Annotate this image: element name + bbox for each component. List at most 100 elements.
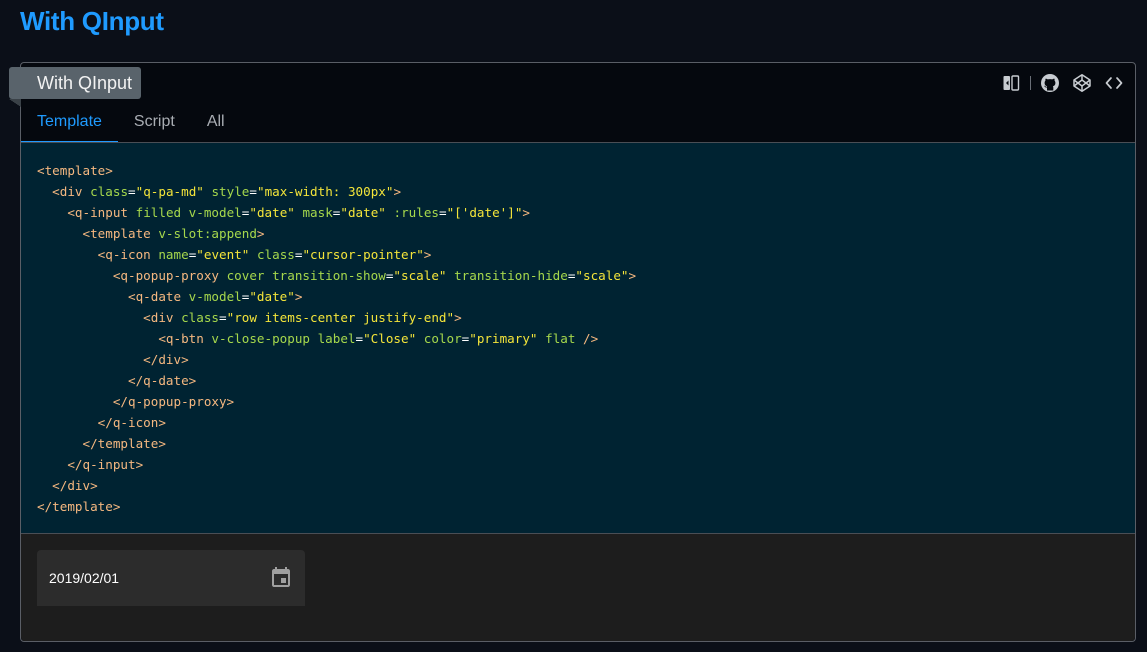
code-tag-token: </div> <box>52 478 98 493</box>
code-tag-token: </q-popup-proxy> <box>112 394 235 409</box>
code-string-token: "cursor-pointer" <box>302 247 424 262</box>
code-line: </template> <box>37 496 1119 517</box>
code-tag-token: <div <box>143 310 174 325</box>
codepen-icon[interactable] <box>1071 72 1093 94</box>
code-tag-token: </template> <box>37 499 121 514</box>
code-attr-token: color <box>423 331 462 346</box>
date-input-field[interactable] <box>37 550 305 606</box>
code-attr-token: style <box>211 184 250 199</box>
code-tag-token: > <box>423 247 432 262</box>
code-attr-token: name <box>158 247 189 262</box>
code-tabs: Template Script All <box>21 102 241 143</box>
tab-template[interactable]: Template <box>21 102 118 143</box>
calendar-event-icon[interactable] <box>269 566 293 590</box>
code-attr-token: cover transition-show <box>226 268 386 283</box>
code-string-token: "max-width: 300px" <box>256 184 394 199</box>
code-string-token: "date" <box>249 205 295 220</box>
code-attr-token: class <box>256 247 295 262</box>
code-attr-token: class <box>181 310 220 325</box>
code-line: </q-date> <box>37 370 1119 391</box>
code-attr-token: :rules <box>393 205 439 220</box>
code-block[interactable]: <template> <div class="q-pa-md" style="m… <box>21 143 1135 533</box>
code-attr-token: v-model <box>188 289 242 304</box>
code-string-token: "['date']" <box>446 205 523 220</box>
code-attr-token: class <box>90 184 129 199</box>
code-tag-token: > <box>393 184 402 199</box>
toolbar-separator <box>1030 76 1031 90</box>
code-line: </q-icon> <box>37 412 1119 433</box>
code-line: <q-btn v-close-popup label="Close" color… <box>37 328 1119 349</box>
code-line: </q-input> <box>37 454 1119 475</box>
code-line: <q-input filled v-model="date" mask="dat… <box>37 202 1119 223</box>
code-line: <div class="row items-center justify-end… <box>37 307 1119 328</box>
code-string-token: "scale" <box>575 268 629 283</box>
code-line: <q-icon name="event" class="cursor-point… <box>37 244 1119 265</box>
page-heading: With QInput <box>20 6 164 36</box>
tab-divider <box>21 142 1135 143</box>
code-tag-token: </q-icon> <box>97 415 166 430</box>
code-tag-token: </q-input> <box>67 457 144 472</box>
code-line: </div> <box>37 349 1119 370</box>
card-title-fold <box>9 99 21 107</box>
code-punctuation-token: = <box>355 331 364 346</box>
code-line: <div class="q-pa-md" style="max-width: 3… <box>37 181 1119 202</box>
github-icon[interactable] <box>1039 72 1061 94</box>
code-tag-token: <template> <box>37 163 113 178</box>
code-string-token: "event" <box>196 247 250 262</box>
code-tag-token: <q-popup-proxy <box>112 268 219 283</box>
code-tag-token: <q-input <box>67 205 129 220</box>
code-tag-token: </template> <box>82 436 166 451</box>
code-punctuation-token: = <box>219 310 227 325</box>
code-tag-token: > <box>294 289 303 304</box>
code-attr-token: flat <box>545 331 576 346</box>
code-string-token: "date" <box>340 205 386 220</box>
flip-icon[interactable] <box>1000 72 1022 94</box>
code-icon[interactable] <box>1103 72 1125 94</box>
code-attr-token: v-close-popup label <box>211 331 356 346</box>
code-attr-token: mask <box>302 205 333 220</box>
tab-script[interactable]: Script <box>118 102 191 143</box>
code-tag-token: <div <box>52 184 83 199</box>
date-input[interactable] <box>49 570 269 586</box>
code-tag-token: </div> <box>143 352 189 367</box>
tab-all[interactable]: All <box>191 102 241 143</box>
code-tag-token: > <box>454 310 462 325</box>
code-string-token: "scale" <box>393 268 447 283</box>
code-line: </q-popup-proxy> <box>37 391 1119 412</box>
code-tag-token: <q-date <box>128 289 182 304</box>
code-line: <q-date v-model="date"> <box>37 286 1119 307</box>
code-string-token: "date" <box>249 289 295 304</box>
code-punctuation-token: = <box>249 184 257 199</box>
code-line: </template> <box>37 433 1119 454</box>
code-string-token: "row items-center justify-end" <box>226 310 455 325</box>
code-string-token: "q-pa-md" <box>135 184 204 199</box>
code-line: <template> <box>37 160 1119 181</box>
code-string-token: "primary" <box>469 331 538 346</box>
code-punctuation-token: = <box>128 184 136 199</box>
code-line: </div> <box>37 475 1119 496</box>
code-attr-token: filled v-model <box>135 205 242 220</box>
code-line: <q-popup-proxy cover transition-show="sc… <box>37 265 1119 286</box>
code-tag-token: /> <box>583 331 599 346</box>
code-string-token: "Close" <box>363 331 417 346</box>
